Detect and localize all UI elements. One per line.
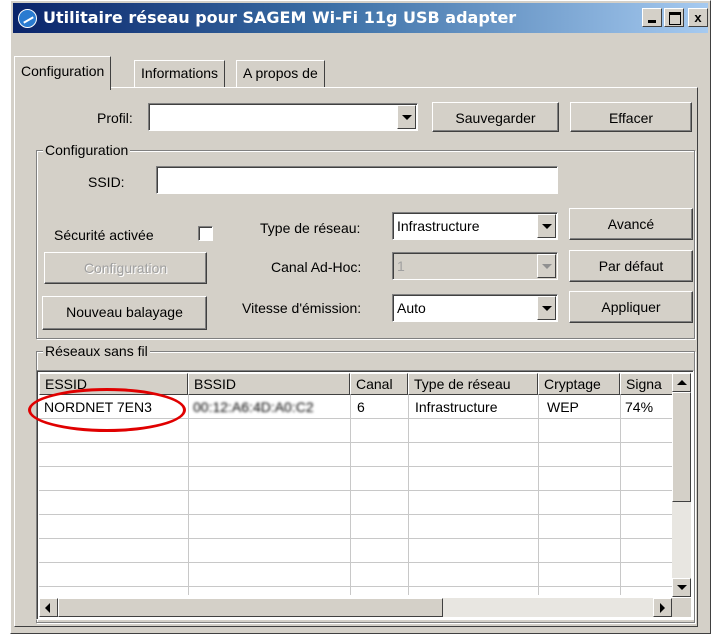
column-cryptage[interactable]: Cryptage [538,373,620,395]
minimize-button[interactable] [642,8,662,27]
cell-signal: 74% [625,399,654,415]
scrollbar-corner [672,598,691,617]
vertical-scroll-thumb[interactable] [672,392,691,502]
scroll-up-icon[interactable] [672,373,691,392]
ssid-label: SSID: [88,174,125,190]
table-row [39,467,675,491]
horizontal-scroll-thumb[interactable] [58,598,443,617]
advanced-button[interactable]: Avancé [569,208,693,240]
table-row [39,539,675,563]
network-type-dropdown[interactable]: Infrastructure [392,212,558,240]
horizontal-scrollbar[interactable] [39,598,672,617]
cell-type: Infrastructure [415,399,498,415]
cell-canal: 6 [357,399,365,415]
table-row [39,515,675,539]
cell-cryptage: WEP [547,399,579,415]
tx-rate-dropdown[interactable]: Auto [392,294,558,322]
column-bssid[interactable]: BSSID [188,373,350,395]
cell-bssid: 00:12:A6:4D:A0:C2 [193,399,314,415]
tab-configuration[interactable]: Configuration [14,56,112,90]
adhoc-channel-dropdown[interactable]: 1 [392,252,558,280]
profile-label: Profil: [97,110,133,126]
apply-button[interactable]: Appliquer [569,291,693,323]
security-label: Sécurité activée [54,227,154,243]
rescan-button[interactable]: Nouveau balayage [42,296,207,330]
chevron-down-icon[interactable] [537,296,556,320]
table-row [39,563,675,587]
chevron-down-icon[interactable] [537,254,556,278]
configuration-button[interactable]: Configuration [44,252,207,284]
save-button[interactable]: Sauvegarder [432,102,559,132]
security-checkbox[interactable] [198,226,213,241]
table-row [39,443,675,467]
chevron-down-icon[interactable] [537,214,556,238]
configuration-group-title: Configuration [43,142,131,158]
column-signal[interactable]: Signa [620,373,680,395]
window-title: Utilitaire réseau pour SAGEM Wi-Fi 11g U… [43,8,517,27]
tx-rate-value: Auto [397,300,426,316]
maximize-button[interactable] [664,8,684,27]
title-bar[interactable]: Utilitaire réseau pour SAGEM Wi-Fi 11g U… [13,3,708,33]
highlight-ellipse-annotation [28,388,186,432]
adhoc-channel-label: Canal Ad-Hoc: [271,259,362,275]
adhoc-channel-value: 1 [397,258,405,274]
scroll-left-icon[interactable] [39,598,58,617]
network-type-label: Type de réseau: [260,220,361,236]
column-canal[interactable]: Canal [350,373,408,395]
column-type[interactable]: Type de réseau [408,373,538,395]
delete-button[interactable]: Effacer [570,102,692,132]
tab-informations[interactable]: Informations [134,60,226,88]
table-row [39,491,675,515]
chevron-down-icon[interactable] [397,105,416,129]
scroll-down-icon[interactable] [672,578,691,597]
network-utility-icon [18,9,37,28]
vertical-scrollbar[interactable] [672,373,691,597]
scroll-right-icon[interactable] [653,598,672,617]
network-type-value: Infrastructure [397,218,480,234]
wireless-networks-group-title: Réseaux sans fil [43,343,150,359]
profile-dropdown[interactable] [148,103,418,131]
close-button[interactable]: x [688,8,708,27]
tx-rate-label: Vitesse d'émission: [242,300,362,316]
tab-a-propos-de[interactable]: A propos de [236,60,325,88]
ssid-input[interactable] [156,166,558,194]
default-button[interactable]: Par défaut [569,250,693,282]
